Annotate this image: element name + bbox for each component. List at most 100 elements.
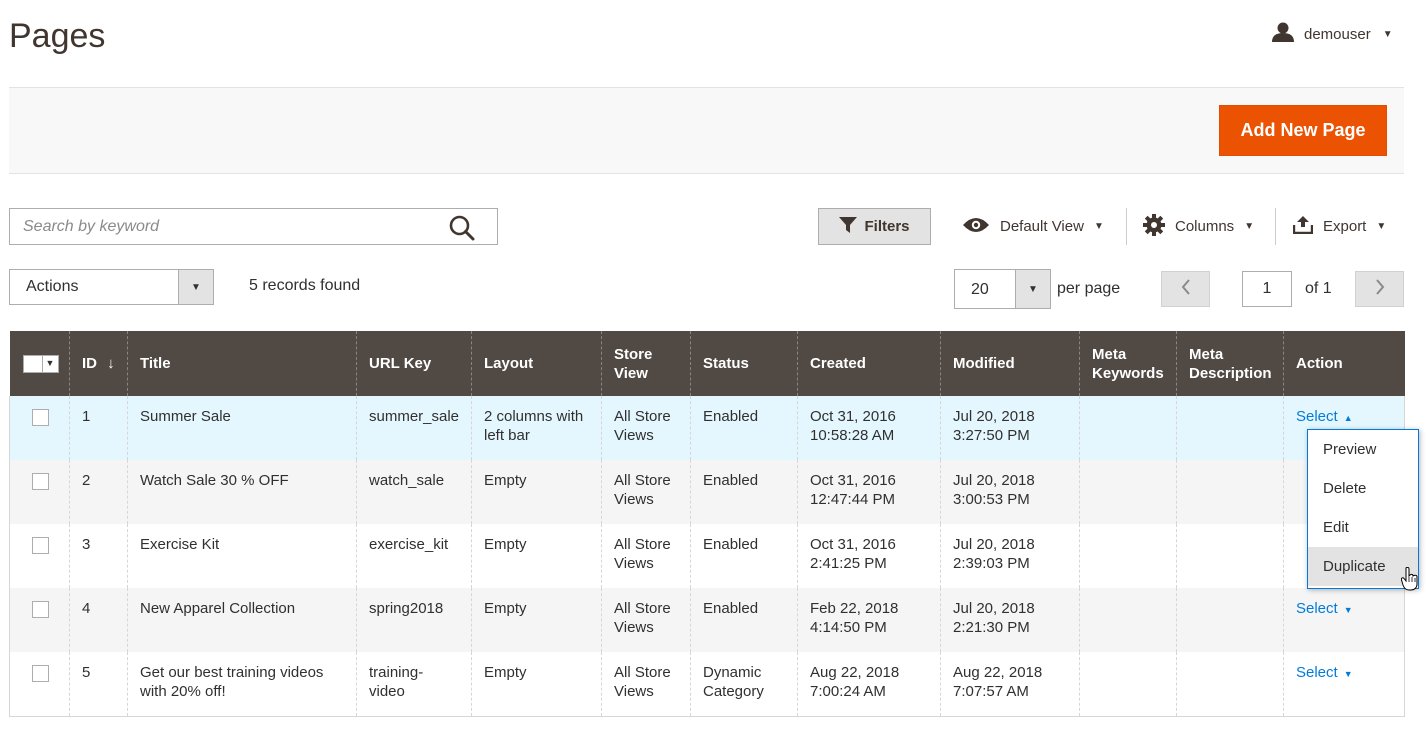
- table-row[interactable]: 2 Watch Sale 30 % OFF watch_sale Empty A…: [9, 460, 1405, 524]
- header-meta-keywords[interactable]: Meta Keywords: [1079, 331, 1177, 396]
- row-checkbox[interactable]: [32, 537, 49, 554]
- columns-dropdown[interactable]: Columns ▼: [1143, 208, 1254, 245]
- cell-meta-description: [1176, 524, 1284, 588]
- default-view-label: Default View: [1000, 218, 1084, 235]
- gear-icon: [1143, 213, 1165, 240]
- cell-meta-description: [1176, 460, 1284, 524]
- header-modified[interactable]: Modified: [940, 331, 1080, 396]
- chevron-down-icon: ▼: [1343, 669, 1353, 679]
- row-action-select[interactable]: Select ▲: [1296, 408, 1353, 425]
- chevron-down-icon: ▼: [1015, 270, 1050, 308]
- menu-item-preview[interactable]: Preview: [1308, 430, 1418, 469]
- divider: [1126, 208, 1127, 245]
- cell-store-view: All Store Views: [601, 460, 691, 524]
- header-store-view[interactable]: Store View: [601, 331, 691, 396]
- cell-created: Feb 22, 2018 4:14:50 PM: [797, 588, 941, 652]
- mass-select-checkbox[interactable]: ▼: [22, 354, 59, 373]
- default-view-dropdown[interactable]: Default View ▼: [962, 208, 1104, 245]
- cell-store-view: All Store Views: [601, 652, 691, 717]
- menu-item-delete[interactable]: Delete: [1308, 469, 1418, 508]
- header-status[interactable]: Status: [690, 331, 798, 396]
- mass-actions-dropdown[interactable]: Actions ▼: [9, 269, 214, 305]
- cell-title: Summer Sale: [127, 396, 357, 460]
- user-icon: [1272, 22, 1294, 46]
- export-dropdown[interactable]: Export ▼: [1292, 208, 1387, 245]
- cell-modified: Aug 22, 2018 7:07:57 AM: [940, 652, 1080, 717]
- header-mass-select[interactable]: ▼: [9, 331, 70, 396]
- table-row[interactable]: 5 Get our best training videos with 20% …: [9, 652, 1405, 717]
- cell-meta-description: [1176, 652, 1284, 717]
- row-checkbox[interactable]: [32, 601, 49, 618]
- cell-status: Enabled: [690, 524, 798, 588]
- cell-title: Watch Sale 30 % OFF: [127, 460, 357, 524]
- cell-modified: Jul 20, 2018 2:39:03 PM: [940, 524, 1080, 588]
- cell-id: 4: [69, 588, 128, 652]
- columns-label: Columns: [1175, 218, 1235, 235]
- cell-status: Enabled: [690, 460, 798, 524]
- row-checkbox[interactable]: [32, 665, 49, 682]
- chevron-down-icon: ▼: [1382, 28, 1393, 40]
- row-checkbox[interactable]: [32, 473, 49, 490]
- chevron-down-icon: ▼: [1376, 221, 1387, 232]
- cell-meta-keywords: [1079, 460, 1177, 524]
- header-created[interactable]: Created: [797, 331, 941, 396]
- user-account-menu[interactable]: demouser ▼: [1272, 22, 1393, 46]
- cell-store-view: All Store Views: [601, 588, 691, 652]
- chevron-up-icon: ▲: [1343, 413, 1353, 423]
- header-layout[interactable]: Layout: [471, 331, 602, 396]
- cell-url-key: spring2018: [356, 588, 472, 652]
- cell-meta-keywords: [1079, 396, 1177, 460]
- chevron-down-icon: ▼: [1244, 221, 1255, 232]
- row-action-select[interactable]: Select ▼: [1296, 600, 1353, 617]
- header-url-key[interactable]: URL Key: [356, 331, 472, 396]
- page-number-input[interactable]: 1: [1242, 271, 1292, 307]
- row-action-select[interactable]: Select ▼: [1296, 664, 1353, 681]
- page-actions-bar: Add New Page: [9, 87, 1404, 174]
- cell-title: Get our best training videos with 20% of…: [127, 652, 357, 717]
- search-input[interactable]: [10, 209, 497, 244]
- cell-store-view: All Store Views: [601, 524, 691, 588]
- chevron-down-icon: ▼: [1343, 605, 1353, 615]
- per-page-select[interactable]: 20 ▼: [954, 269, 1051, 309]
- table-row[interactable]: 1 Summer Sale summer_sale 2 columns with…: [9, 396, 1405, 460]
- row-checkbox[interactable]: [32, 409, 49, 426]
- divider: [1275, 208, 1276, 245]
- export-icon: [1292, 215, 1314, 238]
- cell-status: Enabled: [690, 588, 798, 652]
- cell-status: Dynamic Category: [690, 652, 798, 717]
- chevron-down-icon: ▼: [41, 355, 58, 372]
- next-page-button[interactable]: [1355, 271, 1404, 307]
- header-title[interactable]: Title: [127, 331, 357, 396]
- cell-id: 3: [69, 524, 128, 588]
- export-label: Export: [1323, 218, 1367, 235]
- header-meta-description[interactable]: Meta Description: [1176, 331, 1284, 396]
- filters-button[interactable]: Filters: [818, 208, 931, 245]
- cell-layout: Empty: [471, 524, 602, 588]
- pages-grid: ▼ ID ↓ Title URL Key Layout Store View S…: [9, 331, 1405, 717]
- cell-status: Enabled: [690, 396, 798, 460]
- cell-meta-keywords: [1079, 652, 1177, 717]
- header-id[interactable]: ID ↓: [69, 331, 128, 396]
- cell-id: 5: [69, 652, 128, 717]
- cell-layout: Empty: [471, 588, 602, 652]
- keyword-search: [9, 208, 498, 245]
- page-title: Pages: [9, 17, 106, 55]
- cell-created: Aug 22, 2018 7:00:24 AM: [797, 652, 941, 717]
- menu-item-edit[interactable]: Edit: [1308, 508, 1418, 547]
- hand-cursor-icon: [1400, 566, 1419, 596]
- add-new-page-button[interactable]: Add New Page: [1219, 105, 1387, 156]
- table-row[interactable]: 3 Exercise Kit exercise_kit Empty All St…: [9, 524, 1405, 588]
- cell-modified: Jul 20, 2018 3:27:50 PM: [940, 396, 1080, 460]
- previous-page-button[interactable]: [1161, 271, 1210, 307]
- page-total: of 1: [1305, 280, 1332, 297]
- cell-modified: Jul 20, 2018 3:00:53 PM: [940, 460, 1080, 524]
- cell-layout: Empty: [471, 460, 602, 524]
- records-count: 5 records found: [249, 277, 361, 294]
- per-page-value: 20: [971, 281, 989, 298]
- chevron-down-icon: ▼: [1093, 221, 1104, 232]
- chevron-left-icon: [1181, 278, 1191, 301]
- search-icon[interactable]: [449, 215, 475, 246]
- table-row[interactable]: 4 New Apparel Collection spring2018 Empt…: [9, 588, 1405, 652]
- cell-title: Exercise Kit: [127, 524, 357, 588]
- cell-meta-description: [1176, 396, 1284, 460]
